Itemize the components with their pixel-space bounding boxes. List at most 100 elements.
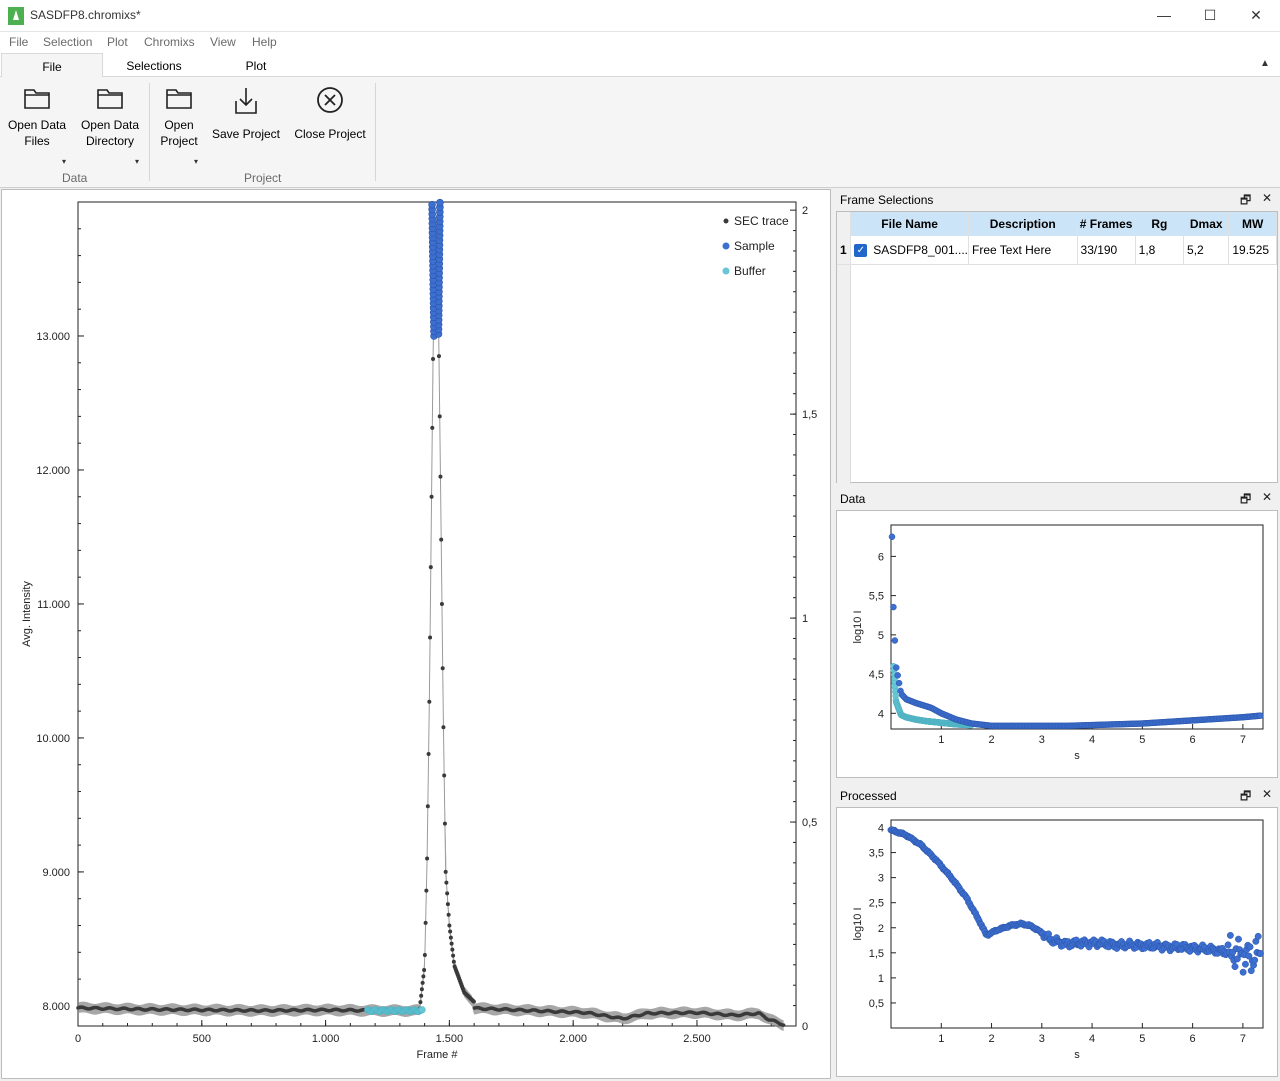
sec-trace-point <box>439 537 444 542</box>
processed-dock: Processed 🗗 ✕ 1 2 3 4 5 6 7 0,5 1 1,5 2 2,5 3 3,5 4 s lo… <box>834 785 1279 1080</box>
dock-header: Frame Selections 🗗 ✕ <box>834 189 1279 209</box>
column-header[interactable]: Description <box>968 212 1078 236</box>
sec-trace-point <box>444 880 449 885</box>
column-header[interactable]: # Frames <box>1077 212 1136 236</box>
dock-header: Data 🗗 ✕ <box>834 488 1279 508</box>
sec-trace-point <box>445 902 450 907</box>
close-window-button[interactable]: ✕ <box>1233 0 1279 30</box>
data-point <box>1257 712 1264 719</box>
file-name-cell[interactable]: ✓ SASDFP8_001.... <box>850 236 969 265</box>
legend-label: SEC trace <box>734 214 789 228</box>
y2-tick-label: 0,5 <box>802 817 817 829</box>
x-tick-label: 1 <box>938 734 944 746</box>
menu-plot[interactable]: Plot <box>107 35 128 49</box>
y-axis-label: Avg. Intensity <box>21 581 33 647</box>
minimize-button[interactable]: — <box>1141 0 1187 30</box>
rg-cell[interactable]: 1,8 <box>1135 236 1185 265</box>
x-tick-label: 7 <box>1240 1033 1246 1045</box>
column-header[interactable]: MW <box>1228 212 1277 236</box>
group-separator <box>149 83 150 181</box>
column-header[interactable]: Rg <box>1135 212 1185 236</box>
description-cell[interactable]: Free Text Here <box>968 236 1078 265</box>
float-dock-icon[interactable]: 🗗 <box>1240 191 1251 212</box>
menu-file[interactable]: File <box>9 35 28 49</box>
chevron-down-icon[interactable]: ▾ <box>135 157 139 166</box>
x-axis-label: Frame # <box>417 1049 459 1061</box>
dmax-cell[interactable]: 5,2 <box>1183 236 1230 265</box>
tab-file[interactable]: File <box>1 53 103 78</box>
data-dock: Data 🗗 ✕ 1 2 3 4 5 6 7 4 4,5 5 5,5 6 s log10 I <box>834 488 1279 783</box>
column-header[interactable]: Dmax <box>1183 212 1230 236</box>
chevron-down-icon[interactable]: ▾ <box>62 157 66 166</box>
close-dock-icon[interactable]: ✕ <box>1262 787 1272 801</box>
sec-trace-point <box>422 952 427 957</box>
y-tick-label: 11.000 <box>37 599 70 611</box>
sec-trace-point <box>451 953 456 958</box>
close-circle-icon <box>317 87 343 113</box>
x-tick-label: 4 <box>1089 734 1095 746</box>
sec-trace-point <box>442 821 447 826</box>
menu-selection[interactable]: Selection <box>43 35 92 49</box>
open-data-files-button[interactable]: Open Data Files <box>6 85 68 149</box>
sec-trace-point <box>442 773 447 778</box>
mw-cell[interactable]: 19.525 <box>1228 236 1277 265</box>
processed-plot-panel[interactable]: 1 2 3 4 5 6 7 0,5 1 1,5 2 2,5 3 3,5 4 s log10 I <box>836 807 1278 1077</box>
y-axis-label: log10 I <box>852 610 864 643</box>
maximize-button[interactable]: ☐ <box>1187 0 1233 30</box>
processed-plot[interactable]: 1 2 3 4 5 6 70,511,522,533,54slog10 I <box>837 808 1277 1076</box>
menu-chromixs[interactable]: Chromixs <box>144 35 195 49</box>
close-dock-icon[interactable]: ✕ <box>1262 191 1272 205</box>
y-tick-label: 5 <box>878 630 884 642</box>
menu-view[interactable]: View <box>210 35 236 49</box>
tab-plot[interactable]: Plot <box>206 53 306 77</box>
data-point <box>888 533 896 541</box>
column-header[interactable]: File Name <box>850 212 969 236</box>
y-tick-label: 10.000 <box>36 733 70 745</box>
ribbon-collapse-button[interactable]: ▲ <box>1260 58 1270 69</box>
data-plot[interactable]: 1 2 3 4 5 6 7 4 4,5 5 5,5 6 s log10 I <box>837 511 1277 777</box>
sec-trace-point <box>471 999 476 1004</box>
file-name-text: SASDFP8_001.... <box>873 242 968 257</box>
y-tick-label: 2 <box>878 923 884 935</box>
sec-trace-point <box>450 947 455 952</box>
window-title: SASDFP8.chromixs* <box>30 8 141 22</box>
x-tick-label: 0 <box>75 1033 81 1045</box>
menu-help[interactable]: Help <box>252 35 277 49</box>
x-axis-label: s <box>1074 1049 1080 1061</box>
data-point <box>890 603 897 611</box>
frames-cell[interactable]: 33/190 <box>1077 236 1136 265</box>
buffer-point <box>418 1006 426 1014</box>
ribbon: Open Data Files ▾ Open Data Directory ▾ … <box>0 77 1280 188</box>
float-dock-icon[interactable]: 🗗 <box>1240 490 1251 511</box>
sec-trace-point <box>422 967 427 972</box>
y-tick-label: 13.000 <box>36 331 70 343</box>
sec-trace-point <box>438 474 443 479</box>
open-project-button[interactable]: Open Project <box>154 85 204 149</box>
row-index: 1 <box>837 236 852 265</box>
sec-plot-panel[interactable]: 0 500 1.000 1.500 2.000 2.500 8.000 9.000 10.000… <box>1 189 831 1079</box>
tab-selections[interactable]: Selections <box>104 53 204 77</box>
legend-label: Buffer <box>734 264 766 278</box>
sec-plot[interactable]: 0 500 1.000 1.500 2.000 2.500 8.000 9.000 10.000… <box>2 190 830 1078</box>
save-project-button[interactable]: Save Project <box>210 85 282 142</box>
close-project-button[interactable]: Close Project <box>290 85 370 142</box>
sec-trace-point <box>431 356 436 361</box>
legend-marker <box>722 267 730 275</box>
y-tick-label: 4 <box>878 823 884 835</box>
sample-point <box>436 198 444 207</box>
float-dock-icon[interactable]: 🗗 <box>1240 787 1251 808</box>
data-plot-panel[interactable]: 1 2 3 4 5 6 7 4 4,5 5 5,5 6 s log10 I <box>836 510 1278 778</box>
open-data-directory-label-1: Open Data <box>80 118 140 132</box>
close-dock-icon[interactable]: ✕ <box>1262 490 1272 504</box>
data-point <box>893 664 900 671</box>
open-data-directory-button[interactable]: Open Data Directory <box>79 85 141 149</box>
table-row[interactable]: 1 ✓ SASDFP8_001.... Free Text Here 33/190… <box>837 236 1277 265</box>
checkbox[interactable]: ✓ <box>854 243 868 257</box>
chevron-down-icon[interactable]: ▾ <box>194 157 198 166</box>
x-tick-label: 2.000 <box>559 1033 587 1045</box>
ribbon-tabs: File Selections Plot ▲ <box>0 53 1280 78</box>
data-point <box>1235 935 1242 943</box>
menu-bar: File Selection Plot Chromixs View Help <box>0 32 1280 53</box>
x-tick-label: 1.000 <box>312 1033 340 1045</box>
y-tick-label: 1 <box>878 973 884 985</box>
